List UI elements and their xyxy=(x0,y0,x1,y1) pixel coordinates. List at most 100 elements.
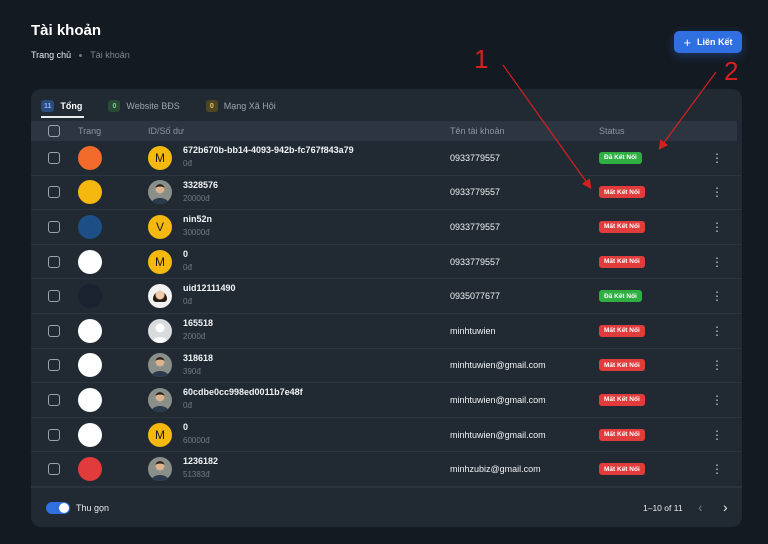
tab-total[interactable]: 11 Tổng xyxy=(41,97,82,115)
account-id: 672b670b-bb14-4093-942b-fc767f843a79 xyxy=(183,145,354,155)
status-badge: Mất Kết Nối xyxy=(599,324,645,337)
column-header-id[interactable]: ID/Số dư xyxy=(148,126,184,136)
site-logo-icon xyxy=(78,180,102,205)
avatar: M xyxy=(148,145,172,170)
row-checkbox[interactable] xyxy=(48,255,60,268)
row-checkbox[interactable] xyxy=(48,186,60,199)
more-options-icon[interactable]: ⋮ xyxy=(711,429,723,441)
account-balance: 30000đ xyxy=(183,228,210,238)
avatar xyxy=(148,353,172,378)
more-options-icon[interactable]: ⋮ xyxy=(711,394,723,406)
breadcrumb-separator xyxy=(79,53,83,57)
avatar-initial: M xyxy=(155,427,165,442)
annotation-label-2: 2 xyxy=(724,56,738,86)
column-header-status[interactable]: Status xyxy=(599,126,625,136)
status-badge: Mất Kết Nối xyxy=(599,393,645,406)
annotation-label-1: 1 xyxy=(474,44,488,74)
account-id: 1236182 xyxy=(183,456,219,467)
avatar xyxy=(148,318,172,343)
select-all-checkbox[interactable] xyxy=(48,125,60,137)
toggle-knob xyxy=(59,503,69,513)
row-checkbox[interactable] xyxy=(48,428,60,441)
account-name: minhtuwien@gmail.com xyxy=(450,429,546,440)
tab-label: Mạng Xã Hội xyxy=(223,101,276,111)
breadcrumb: Trang chủ Tài khoản xyxy=(31,50,130,60)
account-name: 0933779557 xyxy=(450,152,501,163)
id-balance-cell: 1236182 51383đ xyxy=(183,456,218,479)
more-options-icon[interactable]: ⋮ xyxy=(711,463,723,475)
status-badge: Đã Kết Nối xyxy=(599,151,642,164)
row-checkbox[interactable] xyxy=(48,290,60,303)
link-account-label: Liên Kết xyxy=(697,37,733,47)
account-name: minhtuwien xyxy=(450,325,496,336)
plus-icon: + xyxy=(683,34,692,50)
account-balance: 0đ xyxy=(183,159,192,168)
tab-label: Website BĐS xyxy=(126,101,180,111)
link-account-button[interactable]: + Liên Kết xyxy=(674,31,742,53)
account-name: minhtuwien@gmail.com xyxy=(450,394,546,405)
id-balance-cell: 60cdbe0cc998ed0011b7e48f 0đ xyxy=(183,387,303,410)
row-checkbox[interactable] xyxy=(48,151,60,164)
active-tab-indicator xyxy=(41,116,84,118)
table-row[interactable]: 60cdbe0cc998ed0011b7e48f 0đ minhtuwien@gma… xyxy=(31,383,742,418)
more-options-icon[interactable]: ⋮ xyxy=(711,256,723,268)
status-badge: Mất Kết Nối xyxy=(599,428,645,441)
table-row[interactable]: 1236182 51383đ minhzubiz@gmail.com Mất Kết … xyxy=(31,452,742,487)
prev-page-icon[interactable]: ‹ xyxy=(698,499,703,515)
tab-social-network[interactable]: 0 Mạng Xã Hội xyxy=(205,97,276,115)
more-options-icon[interactable]: ⋮ xyxy=(711,359,723,371)
id-balance-cell: 0 0đ xyxy=(183,249,192,272)
table-row[interactable]: 318618 390đ minhtuwien@gmail.com Mất Kết Nố… xyxy=(31,349,742,384)
tab-count-badge: 0 xyxy=(205,100,218,112)
account-id: 318618 xyxy=(183,352,214,363)
account-id: 60cdbe0cc998ed0011b7e48f xyxy=(183,387,303,398)
account-id: nin52n xyxy=(183,214,213,225)
more-options-icon[interactable]: ⋮ xyxy=(711,152,723,164)
row-checkbox[interactable] xyxy=(48,359,60,372)
tab-website-bds[interactable]: 0 Website BĐS xyxy=(108,97,180,115)
more-options-icon[interactable]: ⋮ xyxy=(711,221,723,233)
id-balance-cell: 672b670b-bb14-4093-942b-fc767f843a79 0đ xyxy=(183,145,354,168)
row-checkbox[interactable] xyxy=(48,220,60,233)
tab-label: Tổng xyxy=(60,101,83,111)
next-page-icon[interactable]: › xyxy=(723,499,728,515)
collapse-toggle[interactable] xyxy=(46,502,70,514)
row-checkbox[interactable] xyxy=(48,324,60,337)
account-id: 165518 xyxy=(183,318,214,328)
more-options-icon[interactable]: ⋮ xyxy=(711,186,723,198)
avatar-initial: M xyxy=(155,150,165,165)
table-header: Trang ID/Số dư Tên tài khoản Status xyxy=(31,121,737,141)
column-header-site[interactable]: Trang xyxy=(78,126,101,136)
table-row[interactable]: M 0 0đ 0933779557 Mất Kết Nối ⋮ xyxy=(31,245,742,280)
avatar: V xyxy=(148,214,172,239)
site-logo-icon xyxy=(78,284,102,309)
account-balance: 51383đ xyxy=(183,470,210,480)
table-row[interactable]: M 672b670b-bb14-4093-942b-fc767f843a79 0đ 0… xyxy=(31,141,742,176)
column-header-account[interactable]: Tên tài khoản xyxy=(450,126,505,136)
site-logo-icon xyxy=(78,318,102,343)
id-balance-cell: 318618 390đ xyxy=(183,353,213,376)
account-balance: 0đ xyxy=(183,401,192,411)
breadcrumb-current: Tài khoản xyxy=(90,50,130,60)
breadcrumb-home[interactable]: Trang chủ xyxy=(31,50,71,60)
table-row[interactable]: Vnin52n 30000đ 0933779557 Mất Kết Nối ⋮ xyxy=(31,210,742,245)
table-footer: Thu gọn 1–10 of 11 ‹ › xyxy=(31,487,742,527)
row-checkbox[interactable] xyxy=(48,393,60,406)
account-name: minhtuwien@gmail.com xyxy=(450,360,546,371)
table-row[interactable]: uid12111490 0đ 0935077677 Đã Kết Nối ⋮ xyxy=(31,279,742,314)
account-name: 0933779557 xyxy=(450,187,501,198)
account-balance: 60000đ xyxy=(183,435,210,445)
account-name: 0933779557 xyxy=(450,221,501,232)
table-row[interactable]: 165518 2000đ minhtuwien Mất Kết Nối ⋮ xyxy=(31,314,742,349)
avatar xyxy=(148,387,172,412)
row-checkbox[interactable] xyxy=(48,463,60,476)
status-badge: Mất Kết Nối xyxy=(599,359,645,372)
avatar xyxy=(148,180,172,205)
table-row[interactable]: M 0 60000đ minhtuwien@gmail.com Mất Kết Nối ⋮ xyxy=(31,418,742,453)
status-badge: Mất Kết Nối xyxy=(599,186,645,199)
more-options-icon[interactable]: ⋮ xyxy=(711,325,723,337)
id-balance-cell: 0 60000đ xyxy=(183,422,210,445)
table-row[interactable]: 3328576 20000đ 0933779557 Mất Kết Nối ⋮ xyxy=(31,176,742,211)
more-options-icon[interactable]: ⋮ xyxy=(711,290,723,302)
status-badge: Đã Kết Nối xyxy=(599,290,642,303)
